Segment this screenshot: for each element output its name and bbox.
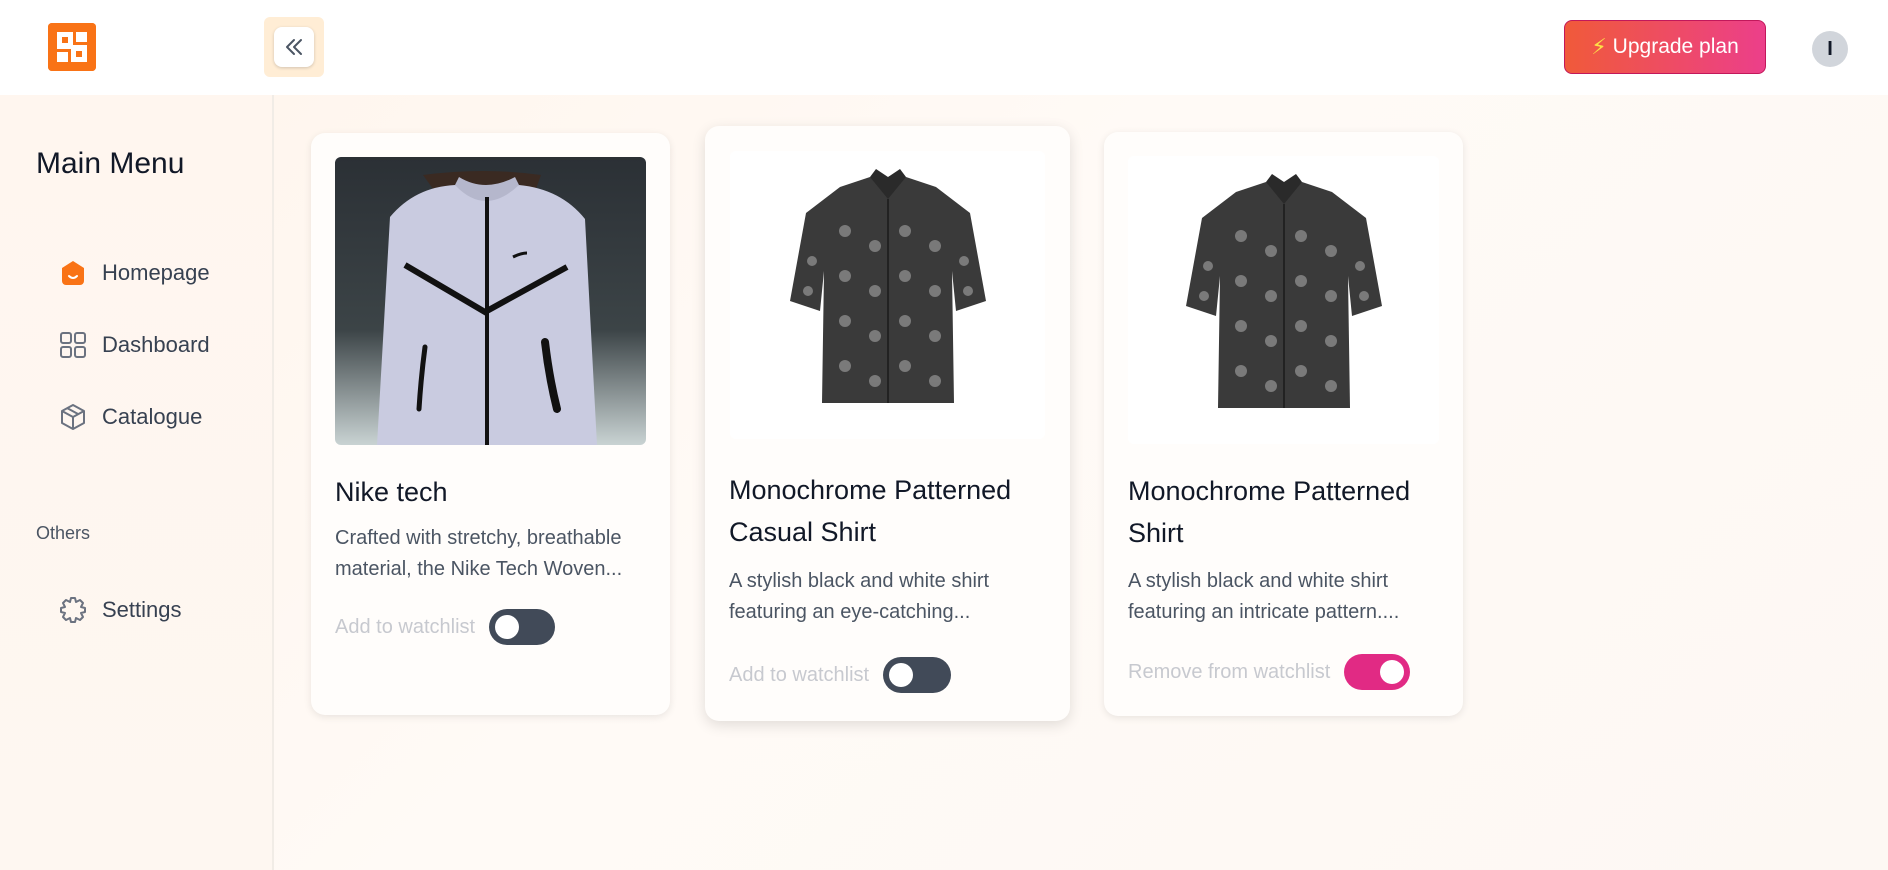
logo-icon [48,23,96,71]
product-title[interactable]: Monochrome Patterned Casual Shirt [729,469,1011,553]
sidebar-item-label: Homepage [102,260,210,285]
product-image [730,151,1045,439]
title-line: Shirt [1128,518,1184,548]
sidebar-item-homepage[interactable]: Homepage [58,253,210,293]
description-line: A stylish black and white shirt [729,570,990,592]
sidebar-item-label: Dashboard [102,332,210,357]
toggle-knob [1380,660,1405,684]
watchlist-control: Add to watchlist [729,657,952,693]
product-title[interactable]: Monochrome Patterned Shirt [1128,470,1410,554]
product-title[interactable]: Nike tech [335,471,448,513]
top-header: ⚡ Upgrade plan I [0,0,1888,95]
jacket-photo [335,157,646,445]
user-avatar[interactable]: I [1812,31,1848,67]
product-image [1128,156,1439,444]
watchlist-label: Remove from watchlist [1128,660,1331,683]
product-card[interactable]: Nike tech Crafted with stretchy, breatha… [311,133,670,715]
upgrade-plan-button[interactable]: ⚡ Upgrade plan [1564,20,1766,74]
app-body: Main Menu Homepage Dashboard Catalogue O… [0,95,1888,870]
sidebar-item-label: Settings [102,597,182,622]
watchlist-control: Remove from watchlist [1128,654,1411,690]
box-icon [58,402,88,432]
description-line: featuring an eye-catching... [729,601,971,623]
title-line: Monochrome Patterned [1128,476,1411,506]
product-image [335,157,646,445]
lightning-icon: ⚡ [1591,34,1607,59]
sidebar-item-settings[interactable]: Settings [58,590,182,630]
sidebar-item-label: Catalogue [102,404,203,429]
description-line: Crafted with stretchy, breathable [335,527,622,549]
toggle-knob [495,615,520,639]
description-line: A stylish black and white shirt [1128,570,1389,592]
description-line: featuring an intricate pattern.... [1128,601,1400,623]
sidebar-item-dashboard[interactable]: Dashboard [58,325,210,365]
watchlist-toggle[interactable] [489,609,556,645]
title-line: Monochrome Patterned [729,475,1012,505]
main-menu-title: Main Menu [36,147,185,180]
collapse-sidebar-button[interactable] [274,27,314,67]
product-card[interactable]: Monochrome Patterned Casual Shirt A styl… [705,126,1070,721]
product-description: Crafted with stretchy, breathable materi… [335,523,622,585]
shirt-photo [1128,156,1439,444]
title-line: Casual Shirt [729,517,877,547]
sidebar-collapse-container [264,17,324,77]
product-description: A stylish black and white shirt featurin… [1128,566,1399,628]
grid-icon [58,330,88,360]
shirt-photo [730,151,1045,439]
sidebar: Main Menu Homepage Dashboard Catalogue O… [0,95,274,870]
double-chevron-left-icon [286,39,302,55]
product-description: A stylish black and white shirt featurin… [729,566,989,628]
product-card[interactable]: Monochrome Patterned Shirt A stylish bla… [1104,132,1463,716]
watchlist-label: Add to watchlist [335,615,476,638]
watchlist-toggle[interactable] [883,657,952,693]
upgrade-plan-label: Upgrade plan [1612,35,1739,58]
app-logo[interactable] [48,23,96,71]
home-icon [58,258,88,288]
sidebar-item-catalogue[interactable]: Catalogue [58,397,202,437]
others-section-label: Others [36,523,91,543]
watchlist-label: Add to watchlist [729,663,870,686]
gear-icon [58,595,88,625]
watchlist-toggle[interactable] [1344,654,1411,690]
watchlist-control: Add to watchlist [335,609,556,645]
description-line: material, the Nike Tech Woven... [335,558,623,580]
toggle-knob [889,663,914,687]
